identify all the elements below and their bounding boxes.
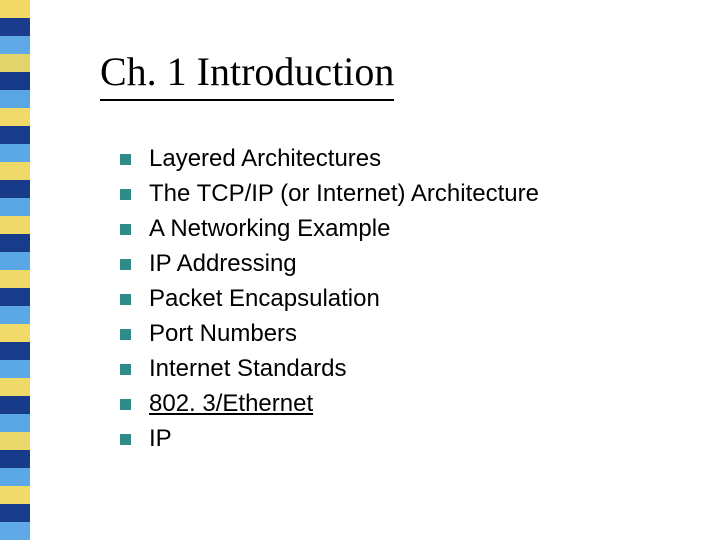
list-item: The TCP/IP (or Internet) Architecture	[120, 180, 680, 208]
square-bullet-icon	[120, 364, 131, 375]
square-bullet-icon	[120, 259, 131, 270]
list-item-text: IP	[149, 425, 172, 453]
deco-segment	[0, 126, 30, 144]
list-item: Packet Encapsulation	[120, 285, 680, 313]
list-item-text: The TCP/IP (or Internet) Architecture	[149, 180, 539, 208]
deco-segment	[0, 432, 30, 450]
deco-segment	[0, 90, 30, 108]
list-item-text: A Networking Example	[149, 215, 390, 243]
square-bullet-icon	[120, 434, 131, 445]
deco-segment	[0, 72, 30, 90]
bullet-list: Layered Architectures The TCP/IP (or Inte…	[120, 145, 680, 460]
square-bullet-icon	[120, 329, 131, 340]
list-item-text: IP Addressing	[149, 250, 297, 278]
deco-segment	[0, 162, 30, 180]
deco-segment	[0, 522, 30, 540]
deco-segment	[0, 342, 30, 360]
list-item: Internet Standards	[120, 355, 680, 383]
deco-segment	[0, 468, 30, 486]
deco-segment	[0, 360, 30, 378]
deco-segment	[0, 252, 30, 270]
deco-segment	[0, 216, 30, 234]
deco-segment	[0, 54, 30, 72]
deco-segment	[0, 180, 30, 198]
list-item-text: 802. 3/Ethernet	[149, 390, 313, 418]
deco-segment	[0, 504, 30, 522]
square-bullet-icon	[120, 154, 131, 165]
deco-segment	[0, 18, 30, 36]
slide-title: Ch. 1 Introduction	[100, 48, 394, 101]
deco-segment	[0, 288, 30, 306]
deco-segment	[0, 108, 30, 126]
deco-segment	[0, 0, 30, 18]
deco-segment	[0, 396, 30, 414]
list-item: A Networking Example	[120, 215, 680, 243]
square-bullet-icon	[120, 399, 131, 410]
deco-segment	[0, 234, 30, 252]
list-item-text: Packet Encapsulation	[149, 285, 380, 313]
deco-segment	[0, 306, 30, 324]
list-item-text: Port Numbers	[149, 320, 297, 348]
deco-segment	[0, 414, 30, 432]
deco-segment	[0, 198, 30, 216]
list-item: Port Numbers	[120, 320, 680, 348]
square-bullet-icon	[120, 294, 131, 305]
deco-segment	[0, 378, 30, 396]
deco-segment	[0, 324, 30, 342]
deco-segment	[0, 36, 30, 54]
square-bullet-icon	[120, 189, 131, 200]
list-item: IP	[120, 425, 680, 453]
list-item-text: Internet Standards	[149, 355, 346, 383]
list-item: 802. 3/Ethernet	[120, 390, 680, 418]
square-bullet-icon	[120, 224, 131, 235]
deco-segment	[0, 270, 30, 288]
deco-segment	[0, 450, 30, 468]
deco-segment	[0, 144, 30, 162]
list-item: Layered Architectures	[120, 145, 680, 173]
side-decoration	[0, 0, 30, 540]
list-item-text: Layered Architectures	[149, 145, 381, 173]
deco-segment	[0, 486, 30, 504]
list-item: IP Addressing	[120, 250, 680, 278]
slide: Ch. 1 Introduction Layered Architectures…	[0, 0, 720, 540]
